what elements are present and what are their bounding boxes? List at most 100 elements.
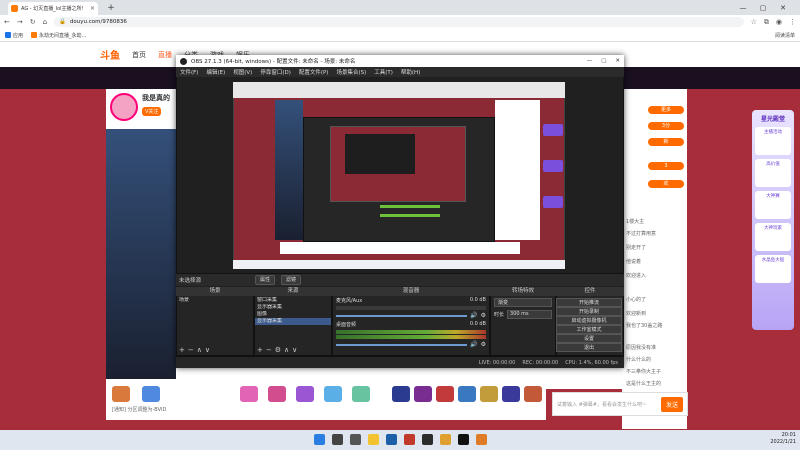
move-up-icon[interactable]: ∧ (284, 346, 292, 354)
send-button[interactable]: 发送 (660, 396, 683, 412)
chat-pill[interactable]: 新 (648, 138, 684, 146)
search-icon[interactable] (332, 434, 343, 445)
nav-home[interactable]: 首页 (132, 50, 146, 60)
address-bar[interactable]: 🔒 douyu.com/9780836 (54, 17, 744, 27)
promo-item[interactable]: 主播活动 (755, 127, 791, 155)
move-down-icon[interactable]: ∨ (292, 346, 300, 354)
menu-docks[interactable]: 停靠窗口(D) (260, 68, 291, 76)
menu-icon[interactable]: ⋮ (789, 18, 796, 26)
danmu-input[interactable]: 试着输入 #弹幕#，看看会发生什么吧~ (557, 401, 658, 408)
source-settings-icon[interactable]: ⚙ (275, 346, 284, 354)
chat-pill[interactable]: 更多 (648, 106, 684, 114)
speaker-icon[interactable]: 🔊 (470, 312, 477, 319)
profile-icon[interactable]: ◉ (776, 18, 782, 26)
home-icon[interactable]: ⌂ (43, 18, 47, 26)
maximize-icon[interactable]: ▢ (755, 3, 771, 13)
menu-edit[interactable]: 编辑(E) (206, 68, 225, 76)
gift-icon[interactable] (502, 386, 520, 402)
promo-item[interactable]: 水晶鱼大船 (755, 255, 791, 283)
app-icon[interactable] (476, 434, 487, 445)
remove-scene-icon[interactable]: − (188, 346, 197, 354)
start-recording-button[interactable]: 开始录制 (556, 307, 622, 316)
menu-help[interactable]: 帮助(H) (401, 68, 420, 76)
app-icon[interactable] (422, 434, 433, 445)
follow-button[interactable]: V关注 (142, 107, 162, 116)
forward-icon[interactable]: → (17, 18, 23, 26)
gift-icon[interactable] (296, 386, 314, 402)
danmu-input-box[interactable]: 试着输入 #弹幕#，看看会发生什么吧~ 发送 (552, 392, 688, 416)
menu-profile[interactable]: 配置文件(P) (299, 68, 329, 76)
obs-maximize-icon[interactable]: ▢ (601, 58, 606, 64)
promo-item[interactable]: 大神赛 (755, 191, 791, 219)
add-source-icon[interactable]: + (257, 346, 266, 354)
gift-icon[interactable] (142, 386, 160, 402)
add-scene-icon[interactable]: + (179, 346, 188, 354)
menu-view[interactable]: 视图(V) (233, 68, 252, 76)
gift-icon[interactable] (524, 386, 542, 402)
transition-select[interactable]: 渐变 (494, 298, 552, 307)
chat-pill[interactable]: 欢 (648, 180, 684, 188)
chat-pill[interactable]: 3 (648, 162, 684, 170)
source-item[interactable]: 图像 (255, 311, 331, 318)
star-icon[interactable]: ☆ (751, 18, 757, 26)
douyu-logo[interactable]: 斗鱼 (100, 47, 120, 62)
gift-icon[interactable] (268, 386, 286, 402)
gift-icon[interactable] (414, 386, 432, 402)
anchor-avatar[interactable] (110, 93, 138, 121)
bookmark-yongjie[interactable]: 永劫无间直播_永劫... (31, 32, 86, 39)
gear-icon[interactable]: ⚙ (481, 312, 486, 319)
gift-icon[interactable] (240, 386, 258, 402)
close-tab-icon[interactable]: × (90, 5, 95, 12)
duration-input[interactable]: 300 ms (507, 310, 552, 319)
steam-icon[interactable] (386, 434, 397, 445)
volume-slider[interactable] (336, 343, 468, 346)
gift-icon[interactable] (480, 386, 498, 402)
extensions-icon[interactable]: ⧉ (764, 18, 769, 27)
promo-item[interactable]: 高价值 (755, 159, 791, 187)
move-down-icon[interactable]: ∨ (205, 346, 213, 354)
speaker-icon[interactable]: 🔊 (470, 341, 477, 348)
browser-tab[interactable]: AG - 幻灭直播_lol主播之所！ × (8, 2, 98, 15)
settings-button[interactable]: 设置 (556, 334, 622, 343)
reading-list[interactable]: 阅读清单 (775, 32, 795, 39)
app-icon[interactable] (404, 434, 415, 445)
start-icon[interactable] (314, 434, 325, 445)
menu-tools[interactable]: 工具(T) (374, 68, 393, 76)
file-explorer-icon[interactable] (368, 434, 379, 445)
obs-close-icon[interactable]: ✕ (615, 58, 620, 64)
remove-source-icon[interactable]: − (266, 346, 275, 354)
gift-icon[interactable] (112, 386, 130, 402)
promo-item[interactable]: 大神玩家 (755, 223, 791, 251)
gift-icon[interactable] (324, 386, 342, 402)
studio-mode-button[interactable]: 工作室模式 (556, 325, 622, 334)
chat-pill[interactable]: 3分 (648, 122, 684, 130)
nav-live[interactable]: 直播 (158, 50, 172, 60)
exit-button[interactable]: 退出 (556, 343, 622, 352)
gift-icon[interactable] (458, 386, 476, 402)
source-item[interactable]: 窗口采集 (255, 297, 331, 304)
volume-slider[interactable] (336, 314, 468, 317)
source-item[interactable]: 显示器采集 (255, 318, 331, 325)
menu-file[interactable]: 文件(F) (180, 68, 198, 76)
close-window-icon[interactable]: ✕ (775, 3, 791, 13)
minimize-icon[interactable]: — (735, 3, 751, 13)
task-view-icon[interactable] (350, 434, 361, 445)
properties-button[interactable]: 属性 (255, 275, 276, 285)
filters-button[interactable]: 滤镜 (281, 275, 302, 285)
bookmark-apps[interactable]: 应用 (5, 32, 23, 39)
gear-icon[interactable]: ⚙ (481, 341, 486, 348)
gift-icon[interactable] (436, 386, 454, 402)
back-icon[interactable]: ← (4, 18, 10, 26)
virtual-camera-button[interactable]: 启动虚拟摄像机 (556, 316, 622, 325)
stream-video-left[interactable] (106, 129, 176, 379)
start-streaming-button[interactable]: 开始推流 (556, 298, 622, 307)
reload-icon[interactable]: ↻ (30, 18, 36, 26)
gift-icon[interactable] (352, 386, 370, 402)
obs-minimize-icon[interactable]: — (587, 58, 593, 64)
menu-scene-collection[interactable]: 场景集合(S) (336, 68, 366, 76)
source-item[interactable]: 显示器采集 (255, 304, 331, 311)
system-clock[interactable]: 20:01 2022/1/21 (760, 432, 796, 446)
gift-icon[interactable] (392, 386, 410, 402)
obs-taskbar-icon[interactable] (458, 434, 469, 445)
scene-item[interactable]: 场景 (177, 297, 253, 304)
